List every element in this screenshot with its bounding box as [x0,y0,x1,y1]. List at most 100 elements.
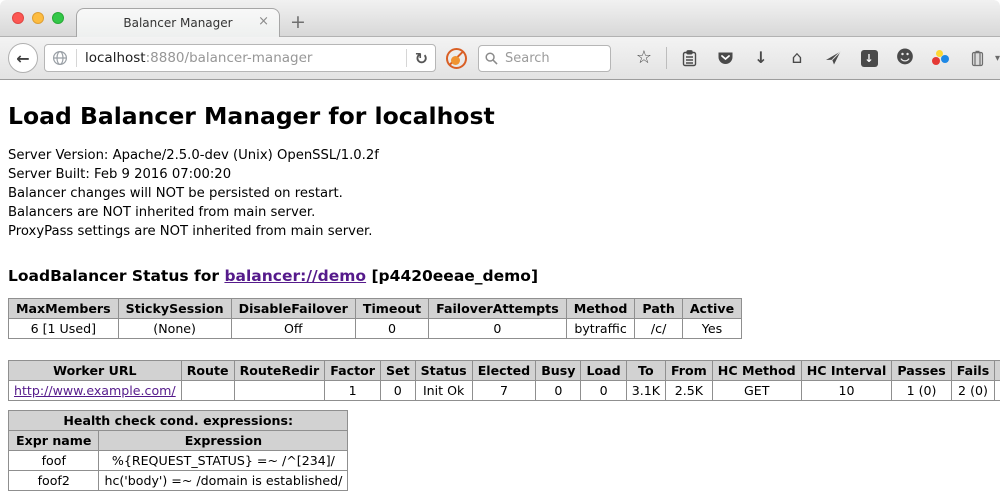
data-cell: 7 [472,381,536,401]
urlbar-divider [76,49,77,67]
table-header-row: MaxMembers StickySession DisableFailover… [9,299,742,319]
data-cell: (None) [118,319,231,339]
health-table-title: Health check cond. expressions: [9,411,348,431]
balancer-demo-link[interactable]: balancer://demo [224,267,366,285]
header-cell: Route [181,361,234,381]
expression-cell: hc('body') =~ /domain is established/ [99,471,348,491]
chevron-down-icon[interactable]: ▾ [995,53,1000,64]
url-path: :8880/balancer-manager [146,50,313,66]
tab-title: Balancer Manager [123,16,232,30]
header-cell: Busy [536,361,581,381]
table-row: 6 [1 Used] (None) Off 0 0 bytraffic /c/ … [9,319,742,339]
table-row: http://www.example.com/ 1 0 Init Ok 7 0 … [9,381,1000,401]
send-to-device-icon[interactable] [822,50,844,66]
data-cell: 2 (0) [951,381,995,401]
downloads-icon[interactable]: ↓ [750,50,772,66]
table-row: foof2 hc('body') =~ /domain is establish… [9,471,348,491]
bookmark-star-icon[interactable]: ☆ [633,49,655,67]
data-cell: 3.1K [626,381,665,401]
search-icon [485,52,498,65]
url-bar[interactable]: localhost:8880/balancer-manager ↻ [44,44,436,72]
colored-dots-extension-icon[interactable] [930,50,952,67]
balancer-summary-table: MaxMembers StickySession DisableFailover… [8,298,742,339]
search-bar[interactable] [478,45,611,72]
close-window-button[interactable] [12,12,24,24]
reading-list-icon[interactable] [678,50,700,67]
table-header-row: Expr name Expression [9,431,348,451]
tab-balancer-manager[interactable]: Balancer Manager × [76,8,280,37]
header-cell: Method [566,299,635,319]
home-icon[interactable]: ⌂ [786,50,808,67]
header-cell: Fails [951,361,995,381]
feedback-smiley-icon[interactable]: ☻ [894,49,916,67]
header-cell: FailoverAttempts [429,299,567,319]
back-button[interactable]: ← [8,43,38,73]
header-cell: RouteRedir [234,361,325,381]
data-cell: 2.5K [665,381,712,401]
tab-close-icon[interactable]: × [258,15,269,28]
table-row: foof %{REQUEST_STATUS} =~ /^[234]/ [9,451,348,471]
new-tab-button[interactable]: + [290,13,306,32]
pocket-icon[interactable] [714,50,736,66]
worker-url-cell: http://www.example.com/ [9,381,182,401]
header-cell: Active [682,299,741,319]
data-cell: Off [231,319,355,339]
reload-icon[interactable]: ↻ [415,49,428,68]
data-cell: 0 [380,381,415,401]
data-cell: 0 [581,381,626,401]
search-input[interactable] [503,50,593,67]
data-cell [234,381,325,401]
loadbalancer-status-heading: LoadBalancer Status for balancer://demo … [8,267,992,285]
server-version-line: Server Version: Apache/2.5.0-dev (Unix) … [8,146,992,165]
data-cell [995,381,1000,401]
header-cell: From [665,361,712,381]
table-title-row: Health check cond. expressions: [9,411,348,431]
page-title: Load Balancer Manager for localhost [8,102,992,130]
globe-icon [52,50,68,66]
traffic-lights [12,12,64,24]
health-check-table: Health check cond. expressions: Expr nam… [8,410,348,491]
back-icon: ← [16,49,29,68]
status-heading-prefix: LoadBalancer Status for [8,267,224,285]
toolbar-icons: ☆ ↓ ⌂ [626,47,1000,69]
plugin-blocked-icon[interactable] [446,48,467,69]
header-cell: Status [415,361,472,381]
minimize-window-button[interactable] [32,12,44,24]
data-cell: bytraffic [566,319,635,339]
table-header-row: Worker URL Route RouteRedir Factor Set S… [9,361,1000,381]
navigation-toolbar: ← localhost:8880/balancer-manager ↻ [0,37,1000,80]
header-cell: Timeout [355,299,428,319]
header-cell: Factor [325,361,381,381]
proxypass-notice-line: ProxyPass settings are NOT inherited fro… [8,222,992,241]
zoom-window-button[interactable] [52,12,64,24]
data-cell: 6 [1 Used] [9,319,119,339]
header-cell: Expr name [9,431,99,451]
header-cell: Passes [892,361,951,381]
status-heading-suffix: [p4420eeae_demo] [366,267,538,285]
data-cell: /c/ [635,319,682,339]
header-cell: Expression [99,431,348,451]
header-cell: Load [581,361,626,381]
data-cell: 0 [429,319,567,339]
inherit-notice-line: Balancers are NOT inherited from main se… [8,203,992,222]
header-cell: MaxMembers [9,299,119,319]
session-manager-icon[interactable] [966,50,988,67]
data-cell: GET [712,381,801,401]
server-built-line: Server Built: Feb 9 2016 07:00:20 [8,165,992,184]
header-cell: HC Interval [801,361,892,381]
square-arrow-icon: ↓ [861,50,878,67]
data-cell: Yes [682,319,741,339]
data-cell: 0 [355,319,428,339]
worker-table: Worker URL Route RouteRedir Factor Set S… [8,360,1000,401]
browser-window: Balancer Manager × + ← localhost:8880/ba… [0,0,1000,491]
persist-notice-line: Balancer changes will NOT be persisted o… [8,184,992,203]
page-content: Load Balancer Manager for localhost Serv… [0,80,1000,491]
data-cell: 10 [801,381,892,401]
header-cell: DisableFailover [231,299,355,319]
urlbar-divider [406,49,407,67]
expression-cell: %{REQUEST_STATUS} =~ /^[234]/ [99,451,348,471]
extension-download-icon[interactable]: ↓ [858,50,880,67]
data-cell: 1 [325,381,381,401]
worker-url-link[interactable]: http://www.example.com/ [14,383,176,398]
header-cell: Worker URL [9,361,182,381]
